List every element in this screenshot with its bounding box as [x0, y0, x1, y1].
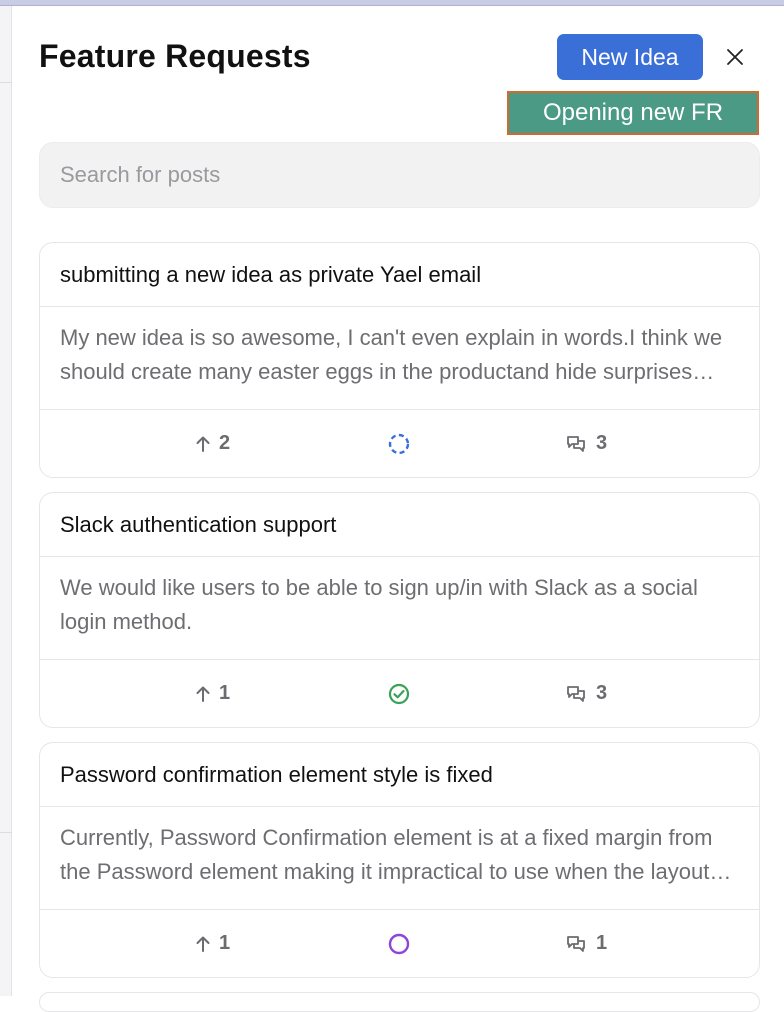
post-card[interactable]	[39, 992, 760, 1012]
page-title: Feature Requests	[39, 38, 311, 74]
completed-icon	[388, 683, 410, 704]
open-status-icon	[388, 933, 410, 954]
comment-count: 3	[596, 432, 608, 454]
post-footer: 1 1	[40, 910, 759, 977]
new-idea-button[interactable]: New Idea	[557, 34, 703, 80]
comment-count: 3	[596, 682, 608, 704]
post-card[interactable]: Slack authentication support We would li…	[39, 492, 760, 728]
status-indicator	[387, 410, 419, 477]
post-footer: 1 3	[40, 660, 759, 727]
in-progress-icon	[388, 433, 410, 454]
post-title[interactable]: submitting a new idea as private Yael em…	[40, 243, 759, 307]
comments-button[interactable]: 3	[566, 660, 607, 727]
upvote-button[interactable]: 2	[195, 410, 230, 477]
post-title[interactable]: Password confirmation element style is f…	[40, 743, 759, 807]
post-footer: 2 3	[40, 410, 759, 477]
vote-count: 1	[219, 932, 231, 954]
opening-new-fr-tooltip: Opening new FR	[507, 91, 759, 135]
comments-icon	[567, 685, 585, 702]
close-button[interactable]	[720, 42, 750, 72]
arrow-up-icon	[196, 936, 210, 952]
vote-count: 1	[219, 682, 231, 704]
comments-icon	[567, 435, 585, 452]
comments-icon	[567, 935, 585, 952]
search-input[interactable]	[39, 142, 760, 208]
close-icon	[727, 49, 743, 65]
vote-count: 2	[219, 432, 231, 454]
post-card[interactable]: Password confirmation element style is f…	[39, 742, 760, 978]
upvote-button[interactable]: 1	[195, 910, 230, 977]
arrow-up-icon	[196, 436, 210, 452]
status-indicator	[387, 660, 419, 727]
post-title[interactable]: Slack authentication support	[40, 493, 759, 557]
background-page-edge	[0, 6, 12, 996]
comment-count: 1	[596, 932, 608, 954]
post-card[interactable]: submitting a new idea as private Yael em…	[39, 242, 760, 478]
upvote-button[interactable]: 1	[195, 660, 230, 727]
status-indicator	[387, 910, 419, 977]
post-description: Currently, Password Confirmation element…	[40, 807, 759, 910]
arrow-up-icon	[196, 686, 210, 702]
post-description: My new idea is so awesome, I can't even …	[40, 307, 759, 410]
feature-requests-panel: Feature Requests New Idea Opening new FR…	[12, 6, 784, 1012]
comments-button[interactable]: 1	[566, 910, 607, 977]
post-description: We would like users to be able to sign u…	[40, 557, 759, 660]
comments-button[interactable]: 3	[566, 410, 607, 477]
